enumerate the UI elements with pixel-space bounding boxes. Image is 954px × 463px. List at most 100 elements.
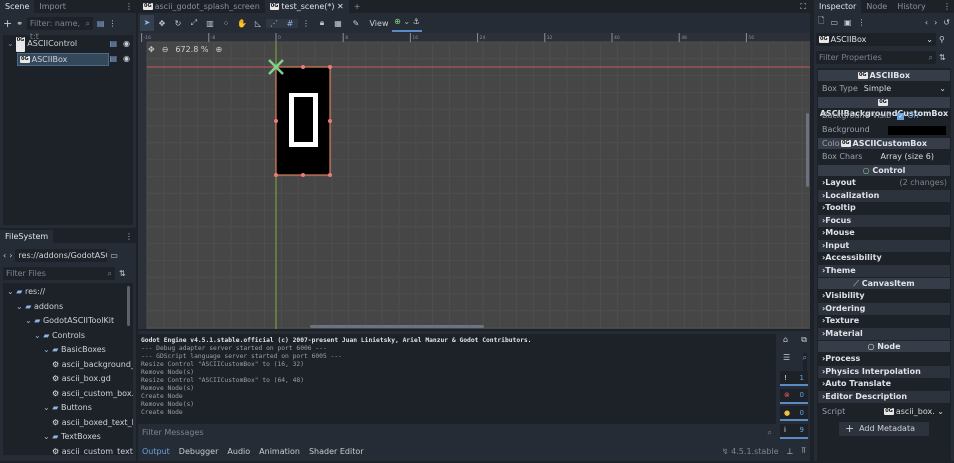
vertical-scrollbar[interactable] xyxy=(806,113,809,187)
bone-icon[interactable]: ✎ xyxy=(346,19,366,28)
add-node-icon[interactable]: + xyxy=(3,17,12,30)
file-item[interactable]: ⌄ ▰ BasicBoxes xyxy=(3,343,133,358)
property-options-icon[interactable]: ⇅ xyxy=(939,53,946,62)
object-history-icon[interactable]: ↺ xyxy=(943,18,950,27)
center-view-icon[interactable]: ✥ xyxy=(148,45,155,54)
scale-tool-icon[interactable]: ⤢ xyxy=(186,18,202,28)
prop-background-visible[interactable]: Background Visib ✓ On xyxy=(818,109,950,123)
back-icon[interactable]: ‹ xyxy=(3,251,6,260)
tab-splash-screen[interactable]: 0G ascii_godot_splash_screen xyxy=(138,0,265,13)
move-tool-icon[interactable]: ✥ xyxy=(154,19,170,28)
split-view-icon[interactable]: ▭ xyxy=(110,251,118,260)
link-icon[interactable]: ⚭ xyxy=(16,19,23,28)
menu-icon[interactable]: ⋮ xyxy=(125,232,133,241)
property-group[interactable]: › Visibility xyxy=(818,290,950,303)
property-group[interactable]: › Input xyxy=(818,239,950,252)
save-icon[interactable]: ▣ xyxy=(844,18,852,27)
file-item[interactable]: ⚙ ascii_custom_box.gd xyxy=(3,387,133,402)
lock-icon[interactable]: 🔒︎ xyxy=(314,18,330,28)
file-tree-scrollbar[interactable] xyxy=(127,286,130,326)
visibility-icon[interactable]: ◉ xyxy=(123,37,130,52)
file-item[interactable]: ⌄ ▰ res:// xyxy=(3,285,133,300)
tab-import[interactable]: Import xyxy=(34,0,71,13)
tab-animation[interactable]: Animation xyxy=(259,447,300,456)
warnings-filter[interactable]: ● 0 xyxy=(780,406,808,421)
visibility-icon[interactable]: ◉ xyxy=(123,52,130,67)
anchor-preset-icon[interactable]: ⊕ ⌄ ⚓ xyxy=(392,14,422,32)
file-item[interactable]: ⚙ ascii_custom_text_b... xyxy=(3,445,133,456)
prop-box-chars[interactable]: Box Chars Array (size 6) xyxy=(818,150,950,164)
select-tool-icon[interactable]: ➤ xyxy=(140,15,154,31)
zoom-in-icon[interactable]: ⊕ xyxy=(215,45,222,54)
messages-filter[interactable]: ! 1 xyxy=(780,371,808,386)
group-icon[interactable]: ▦ xyxy=(330,19,346,28)
zoom-level[interactable]: 672.8 % xyxy=(175,45,208,54)
view-menu[interactable]: View xyxy=(366,19,392,28)
ruler-tool-icon[interactable]: ◺ xyxy=(250,19,266,28)
filter-properties-input[interactable]: Filter Properties ⌕ xyxy=(816,50,936,64)
expand-panel-icon[interactable]: ⫪ xyxy=(801,446,806,456)
new-tab-button[interactable]: + xyxy=(349,0,366,13)
history-back-icon[interactable]: ‹ xyxy=(925,18,928,27)
script-icon[interactable]: ▤ xyxy=(109,37,117,52)
collapse-icon[interactable]: ☰ xyxy=(783,353,790,371)
copy-icon[interactable]: ⧉ xyxy=(801,335,807,351)
prop-script[interactable]: Script 0G ascii_box. ⌄ xyxy=(818,405,950,419)
pan-tool-icon[interactable]: ✋ xyxy=(234,19,250,28)
file-item[interactable]: ⌄ ▰ TextBoxes xyxy=(3,430,133,445)
more-icon[interactable]: ⋮ xyxy=(858,18,866,27)
property-group[interactable]: › Tooltip xyxy=(818,202,950,215)
tab-debugger[interactable]: Debugger xyxy=(179,447,219,456)
pin-icon[interactable]: ⊥ xyxy=(787,447,794,456)
property-group[interactable]: › Theme xyxy=(818,264,950,277)
more-icon[interactable]: ⋮ xyxy=(108,19,116,28)
sort-icon[interactable]: ⇅ xyxy=(119,269,126,278)
open-icon[interactable]: ▭ xyxy=(830,18,838,27)
add-metadata-button[interactable]: + Add Metadata xyxy=(839,422,929,436)
tab-test-scene[interactable]: 0G test_scene(*) ✕ xyxy=(264,0,349,13)
script-icon[interactable]: ▤ xyxy=(97,19,105,28)
script-icon[interactable]: ▤ xyxy=(109,52,117,67)
box-chars-array[interactable]: Array (size 6) xyxy=(862,150,946,164)
file-item[interactable]: ⚙ ascii_boxed_text_bu... xyxy=(3,416,133,431)
menu-icon[interactable]: ⋮ xyxy=(125,2,133,11)
pivot-icon[interactable]: ⁘ xyxy=(218,19,234,28)
tab-output[interactable]: Output xyxy=(142,447,170,456)
property-group[interactable]: › Mouse xyxy=(818,227,950,240)
property-group[interactable]: › Process xyxy=(818,353,950,366)
path-input[interactable]: res://addons/GodotASCIIT xyxy=(15,249,108,262)
filter-files-input[interactable]: Filter Files ⌕ xyxy=(3,266,115,280)
rotate-tool-icon[interactable]: ↻ xyxy=(170,19,186,28)
new-resource-icon[interactable]: 🗋︎ xyxy=(818,15,824,29)
tab-scene[interactable]: Scene xyxy=(0,0,35,13)
history-forward-icon[interactable]: › xyxy=(934,18,937,27)
object-doc-icon[interactable]: ⚲ xyxy=(939,35,945,44)
property-group[interactable]: › Focus xyxy=(818,214,950,227)
info-filter[interactable]: ⅰ9 xyxy=(780,423,808,439)
property-group[interactable]: › Localization xyxy=(818,189,950,202)
tree-item-asciibox[interactable]: 0G ASCIIBox ▤ ◉ xyxy=(3,52,133,67)
property-group[interactable]: › Editor Description xyxy=(818,390,950,403)
menu-icon[interactable]: ⋮ xyxy=(943,2,951,11)
file-item[interactable]: ⌄ ▰ GodotASCIIToolKit xyxy=(3,314,133,329)
clear-icon[interactable]: ⌂ xyxy=(783,335,788,351)
file-item[interactable]: ⚙ ascii_background_c... xyxy=(3,358,133,373)
property-group[interactable]: › Texture xyxy=(818,315,950,328)
tab-shader-editor[interactable]: Shader Editor xyxy=(309,447,364,456)
property-group[interactable]: › Physics Interpolation xyxy=(818,365,950,378)
prop-box-type[interactable]: Box Type Simple ⌄ xyxy=(818,82,950,96)
file-item[interactable]: ⚙ ascii_box.gd xyxy=(3,372,133,387)
viewport-canvas[interactable]: -32-24-16-808162432404856 xyxy=(138,33,810,329)
tab-node[interactable]: Node xyxy=(861,0,892,13)
search-toggle-icon[interactable]: ⌕ xyxy=(802,353,807,371)
zoom-out-icon[interactable]: ⊖ xyxy=(162,45,169,54)
property-group[interactable]: › Ordering xyxy=(818,302,950,315)
horizontal-scrollbar[interactable] xyxy=(310,325,484,328)
forward-icon[interactable]: › xyxy=(9,251,12,260)
property-group[interactable]: › Layout (2 changes) xyxy=(818,177,950,190)
errors-filter[interactable]: ⊗ 0 xyxy=(780,388,808,404)
property-group[interactable]: › Material xyxy=(818,327,950,340)
snap-options-icon[interactable]: ⋮ xyxy=(298,19,314,28)
list-select-icon[interactable]: ▥ xyxy=(202,19,218,28)
file-item[interactable]: ⌄ ▰ Buttons xyxy=(3,401,133,416)
